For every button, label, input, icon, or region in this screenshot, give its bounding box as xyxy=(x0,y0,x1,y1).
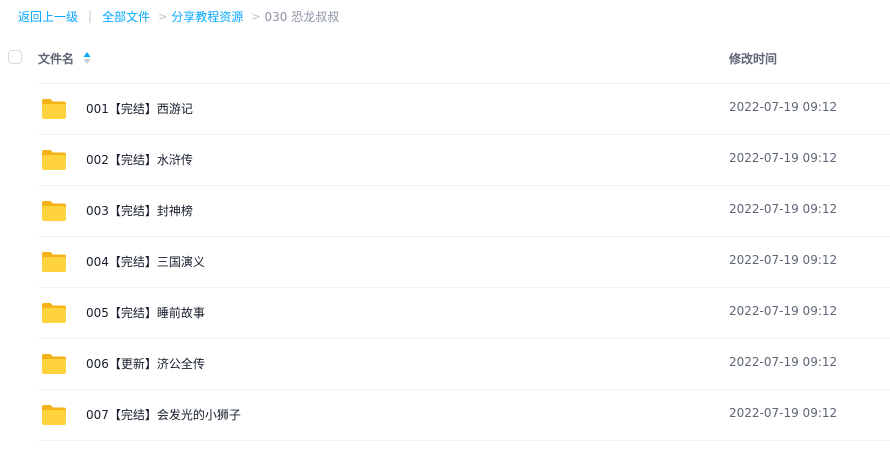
breadcrumb-all-files[interactable]: 全部文件 xyxy=(102,8,150,25)
file-modified-time: 2022-07-19 09:12 xyxy=(729,355,838,369)
folder-icon xyxy=(42,354,66,374)
file-name[interactable]: 007【完结】会发光的小狮子 xyxy=(86,406,241,423)
list-item[interactable]: 001【完结】西游记 2022-07-19 09:12 xyxy=(0,84,890,135)
file-name[interactable]: 004【完结】三国演义 xyxy=(86,253,205,270)
folder-icon xyxy=(42,150,66,170)
file-name[interactable]: 002【完结】水浒传 xyxy=(86,151,193,168)
folder-icon xyxy=(42,252,66,272)
file-modified-time: 2022-07-19 09:12 xyxy=(729,304,838,318)
column-header-modified[interactable]: 修改时间 xyxy=(729,50,777,67)
file-modified-time: 2022-07-19 09:12 xyxy=(729,253,838,267)
folder-icon xyxy=(42,201,66,221)
folder-icon xyxy=(42,303,66,323)
file-name[interactable]: 006【更新】济公全传 xyxy=(86,355,205,372)
column-header-name[interactable]: 文件名 xyxy=(38,50,74,67)
file-list: 001【完结】西游记 2022-07-19 09:12 002【完结】水浒传 2… xyxy=(0,84,890,441)
file-name[interactable]: 003【完结】封神榜 xyxy=(86,202,193,219)
breadcrumb-current-folder: 030 恐龙叔叔 xyxy=(264,9,340,24)
file-modified-time: 2022-07-19 09:12 xyxy=(729,406,838,420)
chevron-right-icon: > xyxy=(251,9,261,23)
list-item[interactable]: 007【完结】会发光的小狮子 2022-07-19 09:12 xyxy=(0,390,890,441)
list-item[interactable]: 006【更新】济公全传 2022-07-19 09:12 xyxy=(0,339,890,390)
file-browser: 返回上一级 | 全部文件 > 分享教程资源 > 030 恐龙叔叔 文件名 修改时… xyxy=(0,0,890,459)
folder-icon xyxy=(42,405,66,425)
folder-icon xyxy=(42,99,66,119)
list-item[interactable]: 003【完结】封神榜 2022-07-19 09:12 xyxy=(0,186,890,237)
select-all-checkbox[interactable] xyxy=(8,50,22,64)
chevron-right-icon: > xyxy=(158,9,168,23)
file-modified-time: 2022-07-19 09:12 xyxy=(729,202,838,216)
list-item[interactable]: 005【完结】睡前故事 2022-07-19 09:12 xyxy=(0,288,890,339)
sort-icon[interactable] xyxy=(83,51,91,65)
file-name[interactable]: 005【完结】睡前故事 xyxy=(86,304,205,321)
list-item[interactable]: 004【完结】三国演义 2022-07-19 09:12 xyxy=(0,237,890,288)
back-link[interactable]: 返回上一级 xyxy=(18,8,78,25)
file-modified-time: 2022-07-19 09:12 xyxy=(729,151,838,165)
list-item[interactable]: 002【完结】水浒传 2022-07-19 09:12 xyxy=(0,135,890,186)
file-name[interactable]: 001【完结】西游记 xyxy=(86,100,193,117)
breadcrumb-shared-resources[interactable]: 分享教程资源 xyxy=(171,8,243,25)
file-modified-time: 2022-07-19 09:12 xyxy=(729,100,838,114)
list-header: 文件名 修改时间 xyxy=(0,40,890,84)
breadcrumb: 返回上一级 | 全部文件 > 分享教程资源 > 030 恐龙叔叔 xyxy=(18,7,339,25)
breadcrumb-divider: | xyxy=(88,9,93,23)
